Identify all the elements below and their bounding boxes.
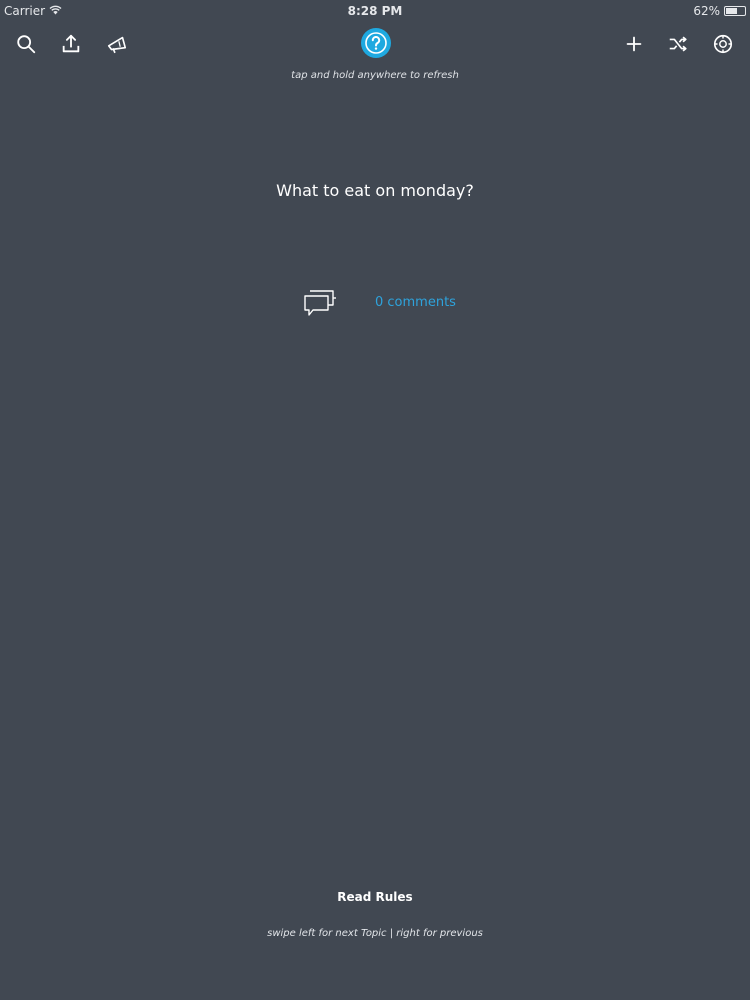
status-bar: Carrier 8:28 PM 62% — [0, 0, 750, 22]
plus-icon — [626, 36, 642, 52]
battery-fill — [726, 8, 737, 14]
shuffle-button[interactable] — [664, 30, 692, 58]
app-logo-button[interactable] — [361, 28, 391, 58]
status-right: 62% — [693, 4, 746, 18]
settings-button[interactable] — [709, 30, 737, 58]
megaphone-icon — [107, 36, 127, 54]
swipe-hint: swipe left for next Topic | right for pr… — [267, 928, 483, 939]
add-button[interactable] — [620, 30, 648, 58]
read-rules-link[interactable]: Read Rules — [0, 890, 750, 904]
search-icon — [17, 35, 36, 54]
refresh-hint: tap and hold anywhere to refresh — [291, 70, 459, 81]
settings-icon — [713, 34, 733, 54]
battery-icon — [724, 6, 746, 16]
comments-link[interactable]: 0 comments — [375, 295, 456, 310]
screen: Carrier 8:28 PM 62% tap and hold anywher… — [0, 0, 750, 1000]
topic-question: What to eat on monday? — [276, 181, 474, 200]
share-icon — [62, 34, 80, 53]
question-icon — [365, 32, 387, 54]
status-time: 8:28 PM — [347, 4, 403, 18]
share-button[interactable] — [57, 30, 85, 58]
toolbar — [0, 26, 750, 62]
comments-row[interactable]: 0 comments — [300, 288, 470, 318]
search-button[interactable] — [12, 30, 40, 58]
comments-icon — [304, 290, 336, 316]
shuffle-icon — [669, 36, 687, 52]
battery-percent: 62% — [693, 4, 720, 18]
announce-button[interactable] — [103, 30, 131, 58]
